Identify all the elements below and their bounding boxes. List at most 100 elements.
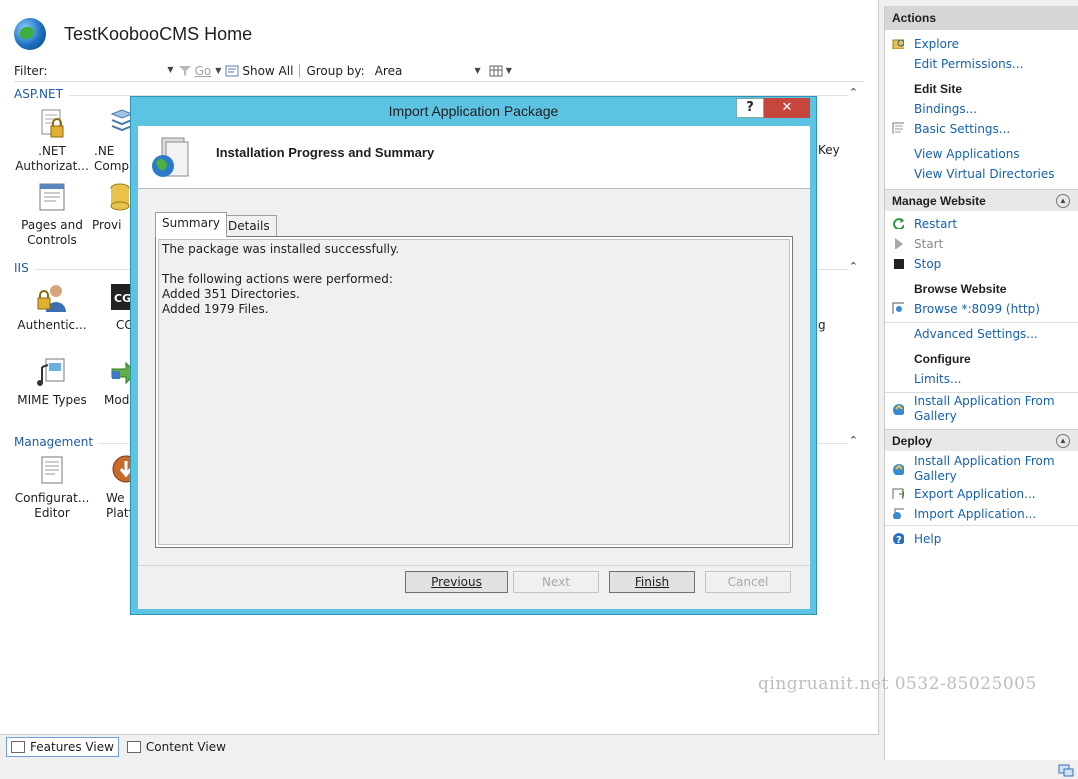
content-view-tab[interactable]: Content View [123, 737, 230, 757]
content-view-icon [126, 741, 141, 753]
filter-input[interactable]: ▼ [68, 62, 178, 80]
feature-label: We Platf [106, 491, 130, 520]
toolbar-divider [299, 63, 301, 78]
group-by-select[interactable]: Area ▼ [371, 62, 481, 80]
lock-document-icon [36, 108, 68, 140]
go-button[interactable]: Go [195, 64, 212, 78]
feature-label: Pages and Controls [21, 218, 83, 247]
group-by-label: Group by: [306, 63, 365, 78]
cgi-icon: CG [110, 282, 130, 314]
view-switcher: Features View Content View [0, 735, 879, 759]
group-label: Management [14, 435, 100, 449]
features-view-tab[interactable]: Features View [6, 737, 119, 757]
export-application-link[interactable]: Export Application... [914, 487, 1074, 502]
feature-label: .NET Authorizat... [15, 144, 89, 173]
config-editor-icon [36, 455, 68, 487]
view-grid-icon[interactable] [489, 65, 503, 77]
dialog-title: Import Application Package [388, 103, 559, 119]
tab-details[interactable]: Details [221, 215, 277, 237]
help-button[interactable]: ? [736, 98, 764, 118]
web-platform-icon [110, 455, 130, 487]
start-link[interactable]: Start [914, 237, 1074, 252]
divider [885, 525, 1078, 526]
install-gallery-icon [893, 404, 904, 415]
deploy-header[interactable]: Deploy ▲ [885, 429, 1078, 451]
show-all-button[interactable]: Show All [242, 64, 293, 78]
filter-icon [178, 65, 192, 77]
feature-net-compilation[interactable]: .NE Compi [86, 108, 130, 174]
feature-cgi[interactable]: CG CG [100, 282, 130, 333]
feature-net-authorization[interactable]: .NET Authorizat... [14, 108, 90, 174]
feature-label-partial: g [818, 318, 826, 332]
button-label: Previous [431, 575, 482, 589]
settings-icon [892, 122, 904, 134]
feature-configuration-editor[interactable]: Configurat... Editor [14, 455, 90, 521]
actions-pane: Actions Explore Edit Permissions... Edit… [884, 6, 1078, 760]
feature-modules[interactable]: Mod [100, 357, 130, 408]
collapse-icon[interactable]: ⌃ [849, 86, 858, 99]
database-icon [110, 182, 130, 214]
finish-button[interactable]: Finish [609, 571, 695, 593]
feature-authentication[interactable]: Authentic... [14, 282, 90, 333]
chevron-down-icon[interactable]: ▼ [167, 65, 173, 74]
features-view-icon [11, 741, 25, 753]
compile-icon [106, 108, 130, 140]
deploy-install-from-gallery-link[interactable]: Install Application From Gallery [914, 454, 1074, 484]
dialog-banner: Installation Progress and Summary [138, 126, 810, 189]
install-from-gallery-link[interactable]: Install Application From Gallery [914, 394, 1074, 424]
summary-line [162, 257, 786, 272]
edit-permissions-link[interactable]: Edit Permissions... [914, 57, 1074, 72]
feature-web-platform[interactable]: We Platf [100, 455, 130, 521]
manage-website-header[interactable]: Manage Website ▲ [885, 189, 1078, 211]
collapse-icon[interactable]: ⌃ [849, 260, 858, 273]
feature-providers[interactable]: Provi [92, 182, 130, 233]
advanced-settings-link[interactable]: Advanced Settings... [914, 327, 1074, 342]
dialog-body: Installation Progress and Summary Summar… [138, 126, 810, 609]
collapse-icon[interactable]: ⌃ [849, 434, 858, 447]
close-button[interactable]: ✕ [764, 98, 810, 118]
limits-link[interactable]: Limits... [914, 372, 1074, 387]
group-label: IIS [14, 261, 35, 275]
go-dropdown-icon[interactable]: ▼ [215, 66, 221, 75]
pages-icon [36, 182, 68, 214]
import-application-package-dialog: Import Application Package ? ✕ Installat… [130, 96, 817, 615]
restart-icon [893, 218, 904, 229]
tab-summary[interactable]: Summary [155, 212, 227, 237]
bindings-link[interactable]: Bindings... [914, 102, 1074, 117]
summary-panel: The package was installed successfully. … [155, 236, 793, 548]
button-label: Finish [634, 575, 670, 589]
view-applications-link[interactable]: View Applications [914, 147, 1074, 162]
help-link[interactable]: Help [914, 532, 1074, 547]
modules-icon [110, 357, 130, 389]
explore-link[interactable]: Explore [914, 37, 1074, 52]
tab-label: Content View [145, 740, 226, 754]
edit-site-heading: Edit Site [914, 82, 963, 96]
collapse-icon[interactable]: ▲ [1056, 194, 1070, 208]
restart-link[interactable]: Restart [914, 217, 1074, 232]
cancel-button[interactable]: Cancel [705, 571, 791, 593]
browse-website-heading: Browse Website [914, 282, 1007, 296]
chevron-down-icon: ▼ [474, 66, 481, 75]
import-application-link[interactable]: Import Application... [914, 507, 1074, 522]
previous-button[interactable]: Previous [405, 571, 508, 593]
basic-settings-link[interactable]: Basic Settings... [914, 122, 1074, 137]
network-tray-icon[interactable] [1058, 764, 1074, 777]
view-virtual-directories-link[interactable]: View Virtual Directories [914, 167, 1074, 182]
feature-label-partial: Key [818, 143, 840, 157]
browse-8099-link[interactable]: Browse *:8099 (http) [914, 302, 1074, 317]
stop-link[interactable]: Stop [914, 257, 1074, 272]
section-label: Deploy [892, 434, 933, 448]
feature-pages-and-controls[interactable]: Pages and Controls [14, 182, 90, 248]
package-icon [152, 137, 189, 177]
feature-label: CG [116, 318, 130, 332]
view-dropdown-icon[interactable]: ▼ [506, 66, 512, 75]
group-by-value: Area [374, 63, 403, 78]
mime-icon [36, 357, 68, 389]
collapse-icon[interactable]: ▲ [1056, 434, 1070, 448]
feature-label: Configurat... Editor [14, 491, 90, 520]
feature-mime-types[interactable]: MIME Types [14, 357, 90, 408]
filter-label: Filter: [14, 63, 48, 78]
explore-icon [892, 39, 904, 49]
next-button[interactable]: Next [513, 571, 599, 593]
summary-text[interactable]: The package was installed successfully. … [158, 239, 790, 545]
